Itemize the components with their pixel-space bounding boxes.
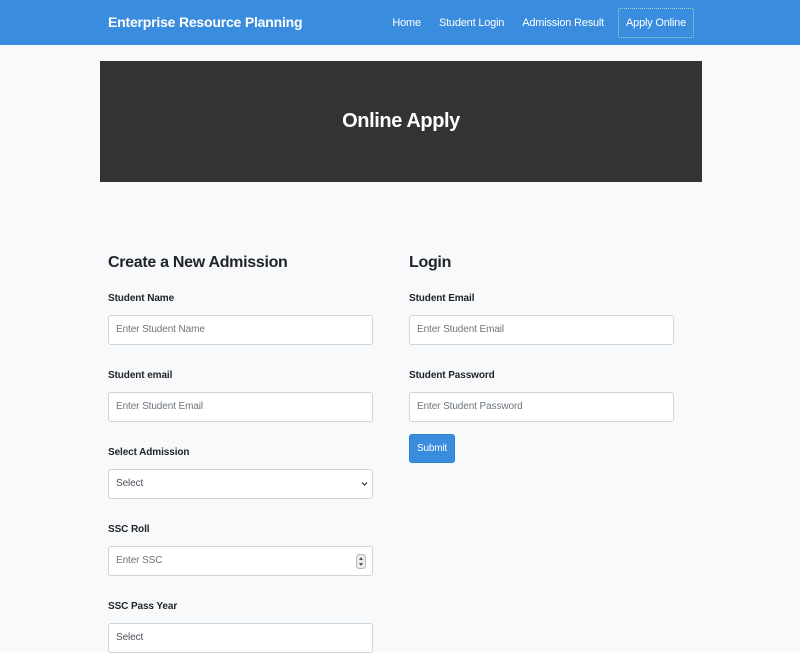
top-navbar: Enterprise Resource Planning Home Studen… — [0, 0, 800, 45]
student-name-placeholder: Enter Student Name — [116, 324, 205, 335]
nav-admission-result-link[interactable]: Admission Result — [513, 8, 613, 38]
brand-link[interactable]: Enterprise Resource Planning — [108, 14, 303, 30]
select-admission-label: Select Admission — [108, 447, 190, 458]
ssc-roll-label: SSC Roll — [108, 524, 150, 535]
hero-banner: Online Apply — [100, 61, 702, 182]
login-email-input[interactable]: Enter Student Email — [409, 315, 674, 345]
spinner-icon[interactable] — [356, 554, 366, 569]
login-form: Login Student Email Enter Student Email … — [409, 252, 674, 463]
select-admission-value: Select — [116, 478, 144, 489]
ssc-roll-group: SSC Roll Enter SSC — [108, 523, 373, 576]
admission-form: Create a New Admission Student Name Ente… — [108, 252, 373, 653]
select-admission-group: Select Admission Select — [108, 446, 373, 499]
login-email-placeholder: Enter Student Email — [417, 324, 505, 335]
student-name-group: Student Name Enter Student Name — [108, 292, 373, 345]
nav-menu: Home Student Login Admission Result Appl… — [383, 8, 694, 38]
ssc-pass-year-group: SSC Pass Year Select — [108, 600, 373, 653]
login-email-label: Student Email — [409, 293, 475, 304]
submit-button[interactable]: Submit — [409, 434, 455, 463]
admission-form-title: Create a New Admission — [108, 254, 288, 271]
ssc-pass-year-label: SSC Pass Year — [108, 601, 178, 612]
login-password-placeholder: Enter Student Password — [417, 401, 523, 412]
student-email-input[interactable]: Enter Student Email — [108, 392, 373, 422]
ssc-pass-year-value: Select — [116, 632, 144, 643]
chevron-down-icon — [361, 470, 368, 509]
login-form-title: Login — [409, 254, 452, 271]
login-password-label: Student Password — [409, 370, 495, 381]
ssc-roll-placeholder: Enter SSC — [116, 555, 163, 566]
select-admission-dropdown[interactable]: Select — [108, 469, 373, 499]
student-name-input[interactable]: Enter Student Name — [108, 315, 373, 345]
login-password-input[interactable]: Enter Student Password — [409, 392, 674, 422]
ssc-pass-year-dropdown[interactable]: Select — [108, 623, 373, 653]
student-email-placeholder: Enter Student Email — [116, 401, 204, 412]
student-email-label: Student email — [108, 370, 173, 381]
student-email-group: Student email Enter Student Email — [108, 369, 373, 422]
nav-student-login-link[interactable]: Student Login — [430, 8, 513, 38]
ssc-roll-input[interactable]: Enter SSC — [108, 546, 373, 576]
student-name-label: Student Name — [108, 293, 175, 304]
login-email-group: Student Email Enter Student Email — [409, 292, 674, 345]
page-title: Online Apply — [342, 110, 460, 132]
login-password-group: Student Password Enter Student Password — [409, 369, 674, 422]
nav-home-link[interactable]: Home — [383, 8, 430, 38]
nav-apply-online-link[interactable]: Apply Online — [618, 8, 694, 38]
